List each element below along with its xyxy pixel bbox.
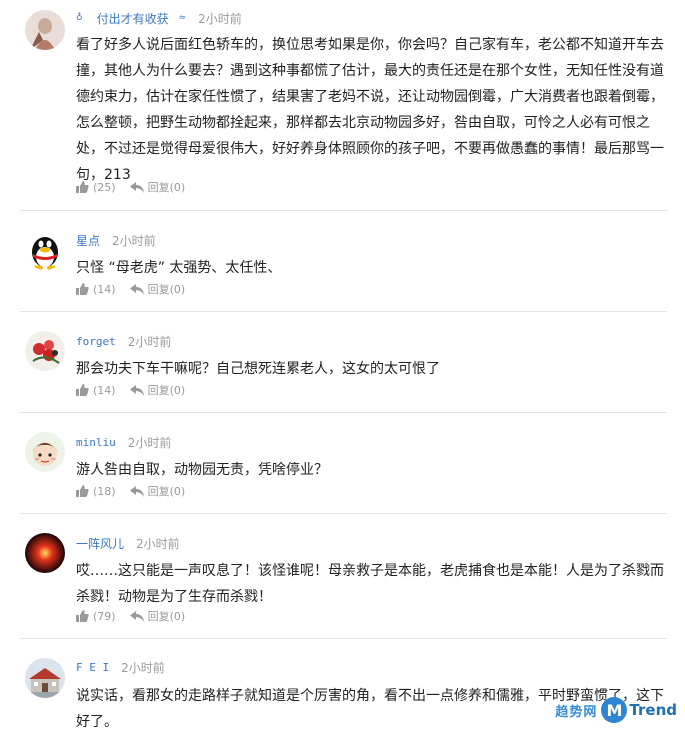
comment-text: 那会功夫下车干嘛呢？自己想死连累老人，这女的太可恨了	[76, 361, 440, 377]
comment-header: ♁ 付出才有收获 ≈ 2小时前	[76, 8, 242, 28]
like-count: (79)	[93, 609, 116, 623]
thumbs-up-icon	[76, 485, 89, 497]
building-avatar-icon	[25, 658, 65, 698]
vip-badge-icon: ♁	[76, 13, 83, 23]
username-link[interactable]: 星点	[76, 232, 100, 249]
user-photo-avatar-icon	[25, 10, 65, 50]
comment-header: 一阵风儿 2小时前	[76, 533, 180, 553]
site-watermark: 趋势网 M Trend	[555, 697, 677, 723]
reply-label: 回复	[147, 384, 170, 397]
comment-time: 2小时前	[127, 435, 172, 450]
reply-button[interactable]: 回复 (0)	[129, 382, 186, 398]
level-badge-icon: ≈	[178, 13, 187, 23]
cartoon-girl-avatar-icon	[25, 432, 65, 472]
reply-label: 回复	[147, 610, 170, 623]
reply-label: 回复	[147, 181, 170, 194]
username-link[interactable]: 付出才有收获	[97, 10, 169, 27]
watermark-logo-icon: M	[601, 697, 628, 723]
like-count: (25)	[93, 180, 116, 194]
divider	[20, 412, 667, 413]
comment-time: 2小时前	[136, 536, 180, 551]
username-link[interactable]: forget	[76, 335, 116, 348]
reply-button[interactable]: 回复 (0)	[129, 483, 186, 499]
reply-button[interactable]: 回复 (0)	[129, 608, 186, 624]
username-link[interactable]: 一阵风儿	[76, 535, 124, 552]
thumbs-up-icon	[76, 610, 89, 622]
like-count: (18)	[93, 484, 116, 498]
comment-header: forget 2小时前	[76, 331, 171, 351]
reply-count: (0)	[169, 484, 186, 498]
like-button[interactable]: (25)	[76, 181, 116, 194]
reply-button[interactable]: 回复 (0)	[129, 281, 186, 297]
like-button[interactable]: (79)	[76, 610, 116, 623]
divider	[20, 513, 667, 514]
reply-arrow-icon	[129, 485, 144, 497]
user-avatar[interactable]	[25, 533, 65, 573]
comment-header: minliu 2小时前	[76, 432, 171, 452]
thumbs-up-icon	[76, 384, 89, 396]
reply-count: (0)	[169, 282, 186, 296]
reply-arrow-icon	[129, 181, 144, 193]
watermark-en: Trend	[629, 701, 677, 719]
reply-button[interactable]: 回复 (0)	[129, 179, 186, 195]
comment-actions: (18) 回复 (0)	[76, 482, 185, 500]
comment-time: 2小时前	[112, 233, 156, 248]
flower-avatar-icon	[25, 331, 65, 371]
thumbs-up-icon	[76, 181, 89, 193]
like-button[interactable]: (14)	[76, 384, 116, 397]
username-link[interactable]: minliu	[76, 436, 116, 449]
like-button[interactable]: (14)	[76, 283, 116, 296]
divider	[20, 210, 667, 211]
reply-count: (0)	[169, 383, 186, 397]
comment-actions: (14) 回复 (0)	[76, 381, 185, 399]
comment-text: 只怪 “母老虎” 太强势、太任性、	[76, 260, 282, 276]
like-count: (14)	[93, 383, 116, 397]
like-button[interactable]: (18)	[76, 485, 116, 498]
divider	[20, 311, 667, 312]
comment-header: 星点 2小时前	[76, 230, 156, 250]
comment-text: 看了好多人说后面红色轿车的，换位思考如果是你，你会吗？自己家有车，老公都不知道开…	[76, 37, 664, 183]
reply-label: 回复	[147, 485, 170, 498]
user-avatar[interactable]	[25, 230, 65, 270]
reply-count: (0)	[169, 609, 186, 623]
comment-header: F E I 2小时前	[76, 657, 165, 677]
divider	[20, 638, 667, 639]
comment-text: 游人咎由自取，动物园无责，凭啥停业？	[76, 462, 328, 478]
comment-time: 2小时前	[127, 334, 172, 349]
watermark-cn: 趋势网	[555, 704, 598, 720]
reply-count: (0)	[169, 180, 186, 194]
comment-actions: (14) 回复 (0)	[76, 280, 185, 298]
qq-penguin-avatar-icon	[25, 230, 65, 270]
reply-arrow-icon	[129, 610, 144, 622]
comment-time: 2小时前	[198, 11, 242, 26]
comment-actions: (25) 回复 (0)	[76, 178, 185, 196]
user-avatar[interactable]	[25, 658, 65, 698]
thumbs-up-icon	[76, 283, 89, 295]
comment-time: 2小时前	[121, 660, 165, 675]
username-link[interactable]: F E I	[76, 661, 109, 674]
comment-actions: (79) 回复 (0)	[76, 607, 185, 625]
comment-text: 哎……这只能是一声叹息了！该怪谁呢！母亲救子是本能，老虎捕食也是本能！人是为了杀…	[76, 563, 664, 605]
reply-label: 回复	[147, 283, 170, 296]
red-glow-avatar-icon	[25, 533, 65, 573]
user-avatar[interactable]	[25, 331, 65, 371]
reply-arrow-icon	[129, 283, 144, 295]
reply-arrow-icon	[129, 384, 144, 396]
like-count: (14)	[93, 282, 116, 296]
user-avatar[interactable]	[25, 10, 65, 50]
user-avatar[interactable]	[25, 432, 65, 472]
